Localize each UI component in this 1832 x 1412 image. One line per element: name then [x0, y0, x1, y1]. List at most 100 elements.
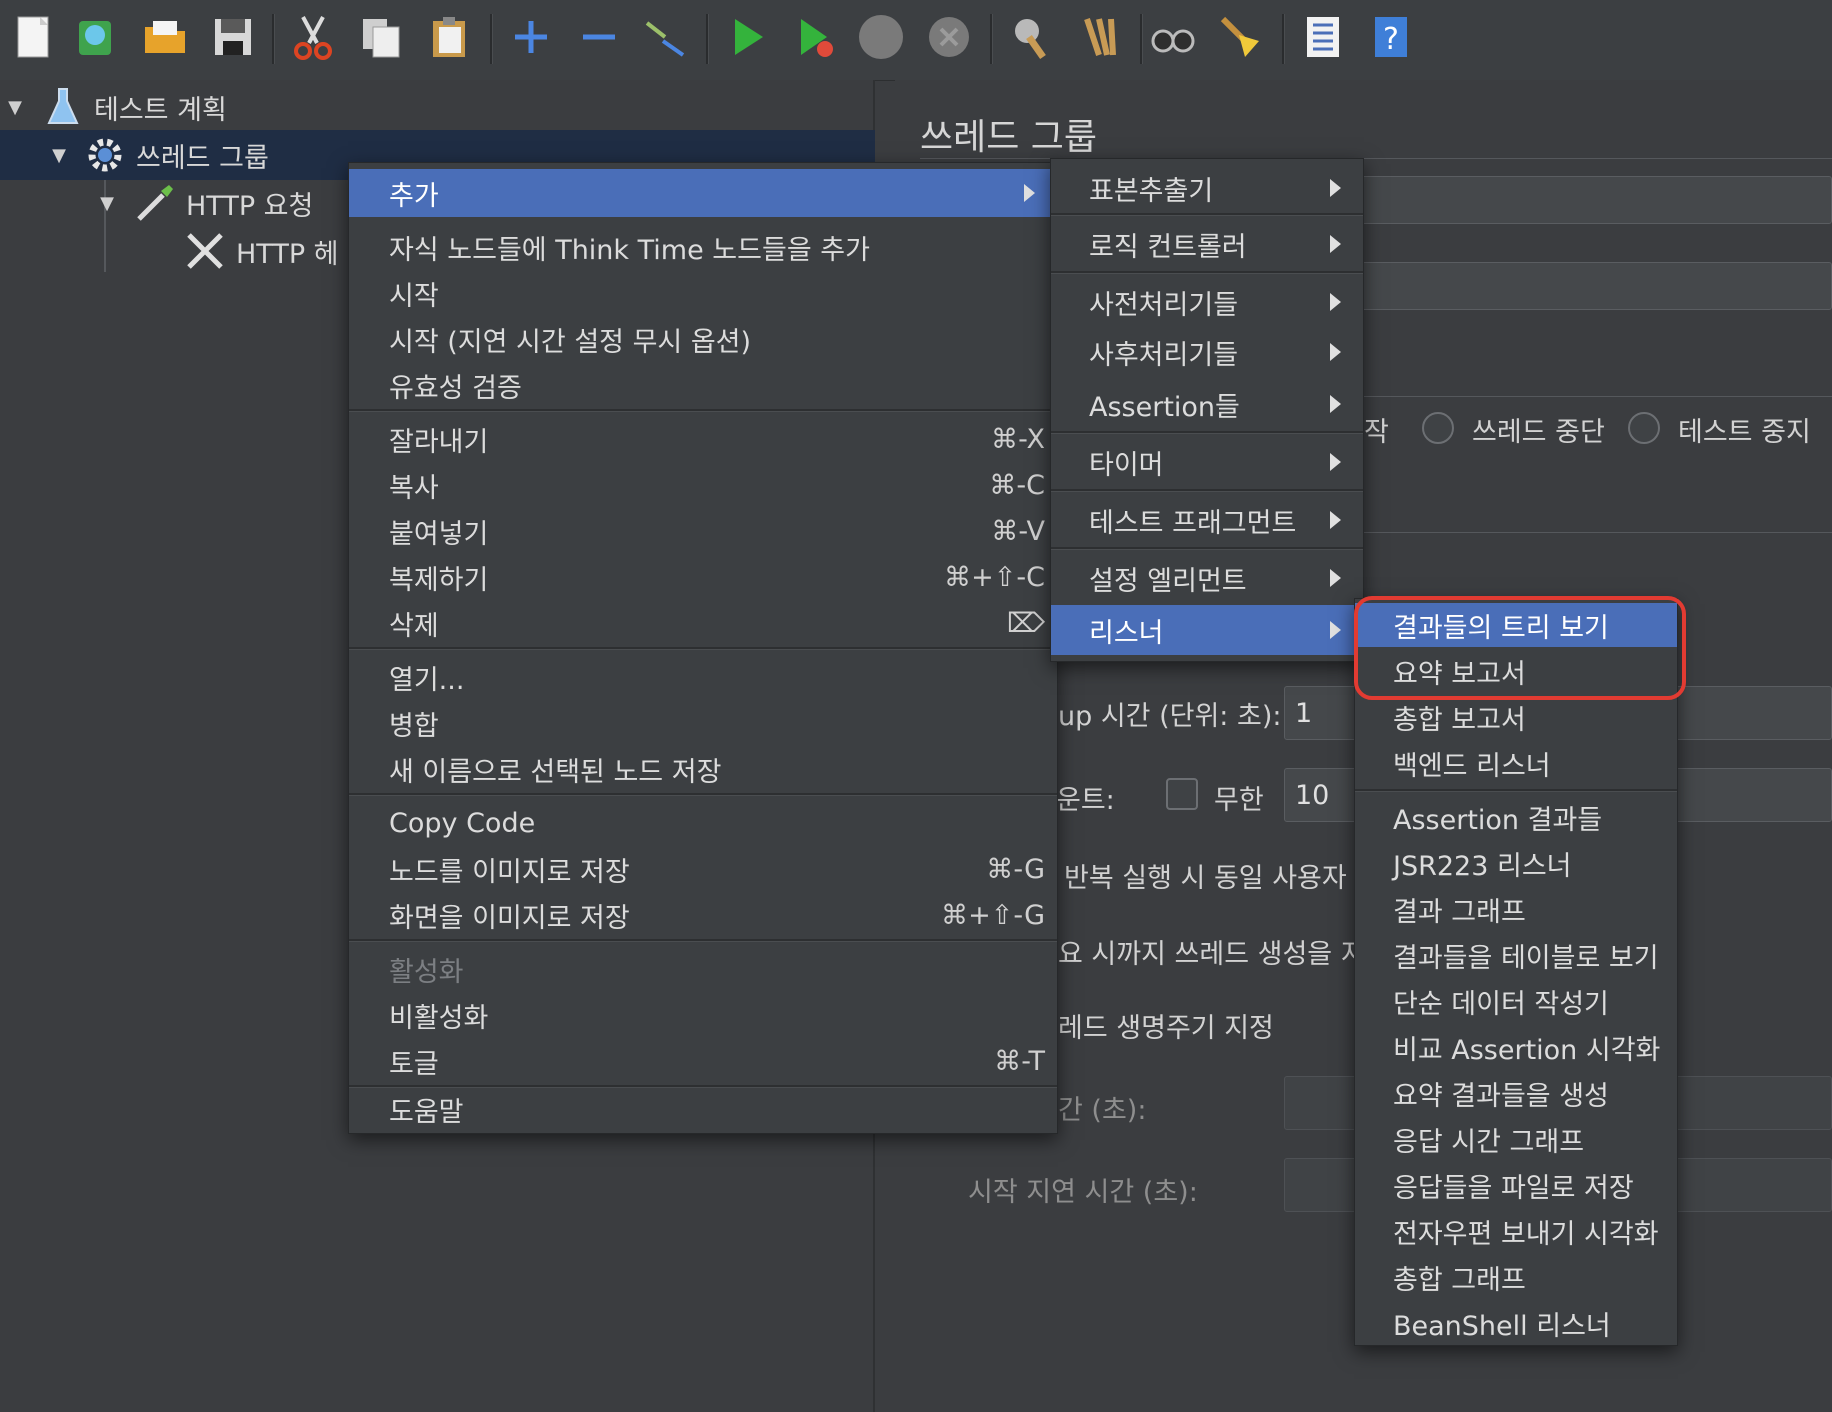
menu-item-comparison-assertion-visualizer[interactable]: 비교 Assertion 시각화	[1355, 1025, 1677, 1069]
pipette-icon	[132, 180, 178, 226]
toolbar-separator	[990, 14, 993, 64]
menu-item-save-as[interactable]: 새 이름으로 선택된 노드 저장	[349, 747, 1057, 791]
menu-item-aggregate-report[interactable]: 총합 보고서	[1355, 695, 1677, 739]
menu-item-config-element[interactable]: 설정 엘리먼트	[1051, 555, 1363, 601]
stop-thread-radio[interactable]	[1422, 412, 1454, 444]
menu-item-simple-data-writer[interactable]: 단순 데이터 작성기	[1355, 979, 1677, 1023]
menu-item-backend-listener[interactable]: 백엔드 리스너	[1355, 741, 1677, 785]
menu-item-summary-report[interactable]: 요약 보고서	[1355, 649, 1677, 693]
submenu-arrow-icon	[1330, 453, 1341, 471]
menu-item-open[interactable]: 열기...	[349, 655, 1057, 699]
add-submenu: 표본추출기 로직 컨트롤러 사전처리기들 사후처리기들 Assertion들 타…	[1050, 158, 1364, 662]
start-icon[interactable]	[720, 10, 774, 64]
menu-item-generate-summary-results[interactable]: 요약 결과들을 생성	[1355, 1071, 1677, 1115]
menu-item-help[interactable]: 도움말	[349, 1087, 1057, 1131]
menu-item-test-fragment[interactable]: 테스트 프래그먼트	[1051, 497, 1363, 543]
copy-icon[interactable]	[354, 10, 408, 64]
divider	[1360, 532, 1832, 533]
menu-item-merge[interactable]: 병합	[349, 701, 1057, 745]
menu-item-add-think-time[interactable]: 자식 노드들에 Think Time 노드들을 추가	[349, 225, 1057, 269]
menu-item-label: 추가	[389, 180, 439, 212]
reset-search-icon[interactable]	[1214, 10, 1268, 64]
menu-item-label: 요약 보고서	[1393, 658, 1526, 690]
menu-item-view-results-tree[interactable]: 결과들의 트리 보기	[1355, 603, 1677, 647]
name-field[interactable]	[1300, 176, 1832, 224]
menu-item-response-time-graph[interactable]: 응답 시간 그래프	[1355, 1117, 1677, 1161]
save-icon[interactable]	[206, 10, 260, 64]
collapse-icon[interactable]	[572, 10, 626, 64]
menu-item-beanshell-listener[interactable]: BeanShell 리스너	[1355, 1301, 1677, 1345]
menu-item-assertion-results[interactable]: Assertion 결과들	[1355, 795, 1677, 839]
action-option-partial: 작	[1364, 417, 1389, 448]
menu-item-pre-processors[interactable]: 사전처리기들	[1051, 279, 1363, 325]
menu-item-sampler[interactable]: 표본추출기	[1051, 165, 1363, 211]
shortcut-label: ⌘+⇧-C	[944, 561, 1045, 593]
menu-item-assertions[interactable]: Assertion들	[1051, 381, 1363, 427]
menu-item-aggregate-graph[interactable]: 총합 그래프	[1355, 1255, 1677, 1299]
menu-item-logic-controller[interactable]: 로직 컨트롤러	[1051, 221, 1363, 267]
start-no-pause-icon[interactable]	[788, 10, 842, 64]
tree-node-test-plan[interactable]: ▼ 테스트 계획	[0, 82, 875, 132]
collapse-triangle-icon[interactable]: ▼	[44, 145, 74, 166]
menu-item-label: 설정 엘리먼트	[1089, 565, 1247, 597]
toggle-icon[interactable]	[638, 10, 692, 64]
menu-item-post-processors[interactable]: 사후처리기들	[1051, 329, 1363, 375]
shutdown-icon[interactable]	[922, 10, 976, 64]
menu-item-cut[interactable]: 잘라내기 ⌘-X	[349, 417, 1057, 461]
menu-item-add[interactable]: 추가	[349, 169, 1057, 217]
search-icon[interactable]	[1146, 10, 1200, 64]
expand-icon[interactable]	[504, 10, 558, 64]
clear-all-icon[interactable]	[1072, 10, 1126, 64]
submenu-arrow-icon	[1330, 179, 1341, 197]
tree-node-label: HTTP 헤	[236, 238, 339, 270]
startup-delay-label: 시작 지연 시간 (초):	[968, 1177, 1198, 1208]
menu-item-view-results-table[interactable]: 결과들을 테이블로 보기	[1355, 933, 1677, 977]
menu-item-duplicate[interactable]: 복제하기 ⌘+⇧-C	[349, 555, 1057, 599]
collapse-triangle-icon[interactable]: ▼	[0, 97, 30, 118]
menu-item-remove[interactable]: 삭제 ⌦	[349, 601, 1057, 645]
menu-item-label: 결과들을 테이블로 보기	[1393, 942, 1659, 974]
submenu-arrow-icon	[1330, 235, 1341, 253]
menu-item-listener[interactable]: 리스너	[1051, 605, 1363, 655]
stop-icon[interactable]	[854, 10, 908, 64]
menu-item-start[interactable]: 시작	[349, 271, 1057, 315]
cut-icon[interactable]	[286, 10, 340, 64]
delete-key-icon: ⌦	[1006, 607, 1045, 639]
menu-item-label: 활성화	[389, 956, 464, 988]
menu-item-label: Assertion들	[1089, 391, 1240, 423]
templates-icon[interactable]	[68, 10, 122, 64]
collapse-triangle-icon[interactable]: ▼	[92, 193, 122, 214]
menu-item-save-responses-to-file[interactable]: 응답들을 파일로 저장	[1355, 1163, 1677, 1207]
menu-item-timer[interactable]: 타이머	[1051, 439, 1363, 485]
lifetime-label: 레드 생명주기 지정	[1058, 1013, 1274, 1044]
listener-submenu: 결과들의 트리 보기 요약 보고서 총합 보고서 백엔드 리스너 Asserti…	[1354, 598, 1678, 1346]
menu-item-validate[interactable]: 유효성 검증	[349, 363, 1057, 407]
paste-icon[interactable]	[422, 10, 476, 64]
menu-item-mailer-visualizer[interactable]: 전자우편 보내기 시각화	[1355, 1209, 1677, 1253]
menu-item-label: 응답들을 파일로 저장	[1393, 1172, 1634, 1204]
infinite-checkbox[interactable]	[1166, 778, 1198, 810]
open-folder-icon[interactable]	[138, 10, 192, 64]
menu-item-start-no-pause[interactable]: 시작 (지연 시간 설정 무시 옵션)	[349, 317, 1057, 361]
menu-item-jsr223-listener[interactable]: JSR223 리스너	[1355, 841, 1677, 885]
help-icon[interactable]: ?	[1364, 10, 1418, 64]
stop-test-radio[interactable]	[1628, 412, 1660, 444]
menu-item-paste[interactable]: 붙여넣기 ⌘-V	[349, 509, 1057, 553]
menu-separator	[349, 793, 1057, 796]
menu-item-copy[interactable]: 복사 ⌘-C	[349, 463, 1057, 507]
function-helper-icon[interactable]	[1296, 10, 1350, 64]
loop-count-value: 10	[1295, 779, 1330, 811]
menu-item-save-screen-image[interactable]: 화면을 이미지로 저장 ⌘+⇧-G	[349, 893, 1057, 937]
menu-item-graph-results[interactable]: 결과 그래프	[1355, 887, 1677, 931]
menu-item-toggle[interactable]: 토글 ⌘-T	[349, 1039, 1057, 1083]
menu-item-copy-code[interactable]: Copy Code	[349, 801, 1057, 845]
menu-item-save-node-image[interactable]: 노드를 이미지로 저장 ⌘-G	[349, 847, 1057, 891]
menu-item-disable[interactable]: 비활성화	[349, 993, 1057, 1037]
gear-icon	[82, 132, 128, 178]
menu-item-label: 결과들의 트리 보기	[1393, 612, 1609, 644]
rampup-value: 1	[1295, 697, 1313, 729]
menu-item-label: 토글	[389, 1048, 439, 1080]
comments-field[interactable]	[1300, 262, 1832, 310]
new-file-icon[interactable]	[6, 10, 60, 64]
clear-icon[interactable]	[1004, 10, 1058, 64]
